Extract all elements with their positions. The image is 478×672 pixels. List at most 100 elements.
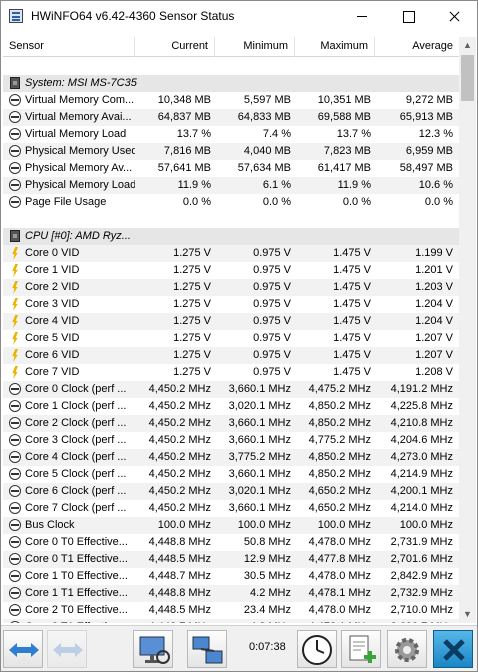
- scrollbar-thumb[interactable]: [461, 55, 474, 101]
- column-header-minimum[interactable]: Minimum: [215, 37, 295, 57]
- column-header-sensor[interactable]: Sensor: [3, 37, 135, 57]
- minimum-value: 100.0 MHz: [237, 519, 291, 531]
- sensor-row[interactable]: Core 7 Clock (perf ... 4,450.2 MHz 3,660.1…: [3, 500, 459, 517]
- settings-button[interactable]: [387, 630, 427, 668]
- sensor-row[interactable]: Virtual Memory Load 13.7 % 7.4 % 13.7 % 12.3…: [3, 126, 459, 143]
- average-value: 1.199 V: [415, 247, 453, 259]
- sensor-row[interactable]: Core 6 Clock (perf ... 4,450.2 MHz 3,020.1…: [3, 483, 459, 500]
- sensor-row[interactable]: Core 0 T0 Effective... 4,448.8 MHz 50.8 MH…: [3, 534, 459, 551]
- sensor-row[interactable]: Core 2 T0 Effective... 4,448.5 MHz 23.4 MH…: [3, 602, 459, 619]
- volt-icon: [10, 298, 20, 311]
- gauge-icon: [9, 536, 21, 548]
- minimum-value: 50.8 MHz: [243, 536, 291, 548]
- scroll-up-arrow-icon[interactable]: ▲: [459, 37, 476, 54]
- sensor-row[interactable]: Core 2 VID 1.275 V 0.975 V 1.475 V 1.203 V: [3, 279, 459, 296]
- sensor-row[interactable]: Virtual Memory Com... 10,348 MB 5,597 MB 10…: [3, 92, 459, 109]
- sensor-row[interactable]: Core 1 Clock (perf ... 4,450.2 MHz 3,020.1…: [3, 398, 459, 415]
- sensor-row[interactable]: Core 4 Clock (perf ... 4,450.2 MHz 3,775.2…: [3, 449, 459, 466]
- sensor-name: Physical Memory Used: [25, 145, 135, 157]
- sensor-row[interactable]: Physical Memory Used 7,816 MB 4,040 MB 7,82…: [3, 143, 459, 160]
- toggle-layout-button[interactable]: [3, 630, 43, 668]
- average-value: 4,200.1 MHz: [390, 485, 453, 497]
- toggle-layout-disabled-button[interactable]: [47, 630, 87, 668]
- chip-icon: [10, 77, 20, 89]
- sensor-name: Core 0 VID: [25, 247, 80, 259]
- current-value: 4,448.5 MHz: [148, 604, 211, 616]
- current-value: 11.9 %: [177, 179, 211, 191]
- column-header-maximum[interactable]: Maximum: [295, 37, 375, 57]
- sensor-row[interactable]: Core 2 Clock (perf ... 4,450.2 MHz 3,660.1…: [3, 415, 459, 432]
- column-header-current[interactable]: Current: [135, 37, 215, 57]
- window-title: HWiNFO64 v6.42-4360 Sensor Status: [31, 9, 235, 23]
- sensor-row[interactable]: Core 5 Clock (perf ... 4,450.2 MHz 3,660.1…: [3, 466, 459, 483]
- average-value: 12.3 %: [418, 128, 453, 140]
- minimum-value: 4,040 MB: [243, 145, 291, 157]
- current-value: 4,448.5 MHz: [148, 553, 211, 565]
- sensor-row[interactable]: Core 1 T1 Effective... 4,448.8 MHz 4.2 MHz…: [3, 585, 459, 602]
- sensor-row[interactable]: Core 5 VID 1.275 V 0.975 V 1.475 V 1.207 V: [3, 330, 459, 347]
- average-value: 1.207 V: [415, 349, 453, 361]
- gauge-icon: [9, 145, 21, 157]
- close-sensors-button[interactable]: [433, 630, 473, 668]
- current-value: 0.0 %: [182, 196, 211, 208]
- gauge-icon: [9, 502, 21, 514]
- current-value: 7,816 MB: [163, 145, 211, 157]
- bottom-toolbar: 0:07:38: [1, 625, 477, 671]
- sensor-row[interactable]: Physical Memory Av... 57,641 MB 57,634 MB 6…: [3, 160, 459, 177]
- sensor-group-row[interactable]: CPU [#0]: AMD Ryz...: [3, 228, 459, 245]
- sensor-name: Core 6 VID: [25, 349, 80, 361]
- minimize-button[interactable]: [339, 1, 385, 31]
- arrows-lr-disabled-icon: [53, 643, 83, 657]
- window-close-button[interactable]: [431, 1, 477, 31]
- sensor-name: Core 1 T0 Effective...: [25, 570, 128, 582]
- sensor-row[interactable]: Core 0 VID 1.275 V 0.975 V 1.475 V 1.199 V: [3, 245, 459, 262]
- clock-button[interactable]: [297, 630, 337, 668]
- current-value: 4,450.2 MHz: [148, 451, 211, 463]
- sensor-row[interactable]: Virtual Memory Avai... 64,837 MB 64,833 MB…: [3, 109, 459, 126]
- sensor-row[interactable]: Core 0 Clock (perf ... 4,450.2 MHz 3,660.1…: [3, 381, 459, 398]
- minimum-value: 0.975 V: [253, 332, 291, 344]
- maximum-value: 69,588 MB: [317, 111, 371, 123]
- sensor-row[interactable]: Core 4 VID 1.275 V 0.975 V 1.475 V 1.204 V: [3, 313, 459, 330]
- sensor-row[interactable]: Core 6 VID 1.275 V 0.975 V 1.475 V 1.207 V: [3, 347, 459, 364]
- sensor-row[interactable]: Core 0 T1 Effective... 4,448.5 MHz 12.9 MH…: [3, 551, 459, 568]
- title-bar[interactable]: HWiNFO64 v6.42-4360 Sensor Status: [1, 1, 477, 31]
- average-value: 1.207 V: [415, 332, 453, 344]
- minimum-value: 3,660.1 MHz: [228, 434, 291, 446]
- sensor-row[interactable]: Page File Usage 0.0 % 0.0 % 0.0 % 0.0 %: [3, 194, 459, 211]
- sensor-grid[interactable]: Sensor Current Minimum Maximum Average S…: [3, 37, 459, 623]
- average-value: 10.6 %: [418, 179, 453, 191]
- average-value: 4,210.8 MHz: [390, 417, 453, 429]
- maximum-value: 4,850.2 MHz: [308, 468, 371, 480]
- monitor-network-button[interactable]: [133, 630, 173, 668]
- sensor-name: Core 1 T1 Effective...: [25, 587, 128, 599]
- sensor-row[interactable]: Core 7 VID 1.275 V 0.975 V 1.475 V 1.208 V: [3, 364, 459, 381]
- sensor-group-row[interactable]: System: MSI MS-7C35: [3, 75, 459, 92]
- maximize-button[interactable]: [385, 1, 431, 31]
- sensor-name: Virtual Memory Avai...: [25, 111, 132, 123]
- scroll-down-arrow-icon[interactable]: ▼: [459, 606, 476, 623]
- minimum-value: 3,660.1 MHz: [228, 468, 291, 480]
- sensor-row[interactable]: Core 1 VID 1.275 V 0.975 V 1.475 V 1.201 V: [3, 262, 459, 279]
- average-value: 2,710.0 MHz: [390, 604, 453, 616]
- vertical-scrollbar[interactable]: ▲ ▼: [459, 37, 476, 623]
- sensor-row[interactable]: Core 1 T0 Effective... 4,448.7 MHz 30.5 MH…: [3, 568, 459, 585]
- sensor-row[interactable]: Core 3 VID 1.275 V 0.975 V 1.475 V 1.204 V: [3, 296, 459, 313]
- network-computers-button[interactable]: [187, 630, 227, 668]
- minimum-value: 3,660.1 MHz: [228, 502, 291, 514]
- sensor-name: Core 2 Clock (perf ...: [25, 417, 127, 429]
- column-header-average[interactable]: Average: [375, 37, 459, 57]
- sensor-row[interactable]: Core 3 Clock (perf ... 4,450.2 MHz 3,660.1…: [3, 432, 459, 449]
- average-value: 4,204.6 MHz: [390, 434, 453, 446]
- minimum-value: 0.975 V: [253, 298, 291, 310]
- minimum-value: 0.975 V: [253, 315, 291, 327]
- maximum-value: 4,477.8 MHz: [308, 553, 371, 565]
- sensor-row[interactable]: Physical Memory Load 11.9 % 6.1 % 11.9 % 10.…: [3, 177, 459, 194]
- sensor-row[interactable]: Bus Clock 100.0 MHz 100.0 MHz 100.0 MHz 100.…: [3, 517, 459, 534]
- report-add-button[interactable]: [341, 630, 381, 668]
- minimum-value: 57,634 MB: [237, 162, 291, 174]
- average-value: 100.0 MHz: [399, 519, 453, 531]
- sensor-name: Core 1 VID: [25, 264, 80, 276]
- volt-icon: [10, 264, 20, 277]
- sensor-row[interactable]: Core 2 T1 Effective...4,448.7 MHz4.8 MHz…: [3, 619, 459, 623]
